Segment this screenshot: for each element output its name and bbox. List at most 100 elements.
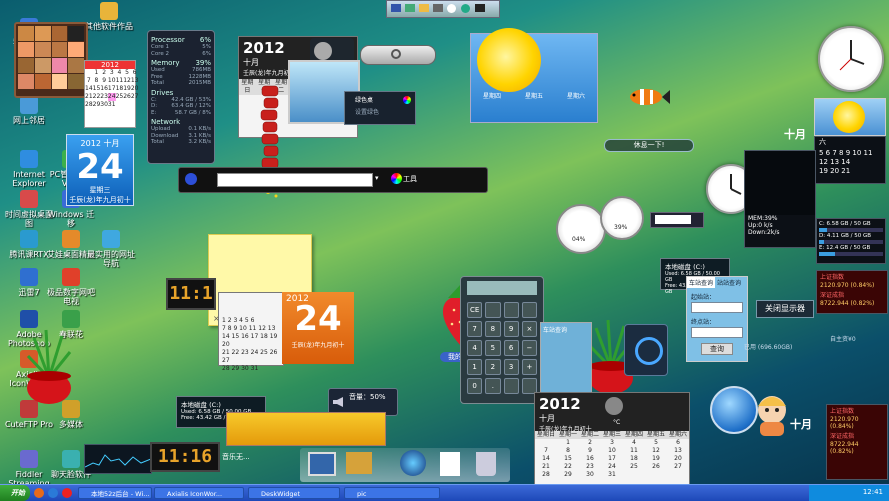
small-search-widget[interactable]	[650, 212, 704, 228]
calendar-day-cell[interactable]: 15	[557, 455, 579, 463]
search-tool-button[interactable]: 工具	[403, 174, 417, 184]
small-cal-day[interactable]: 26	[123, 93, 131, 101]
globe-icon[interactable]	[400, 450, 426, 476]
calculator-key[interactable]: 4	[467, 340, 483, 356]
search-dropdown-icon[interactable]: ▾	[375, 174, 379, 182]
small-cal-day[interactable]: 19	[123, 85, 131, 93]
calculator-key[interactable]: 1	[467, 359, 483, 375]
calendar-day-cell[interactable]: 13	[667, 447, 689, 455]
calendar-day-cell[interactable]: 14	[535, 455, 557, 463]
desktop-icon[interactable]: 网上邻居	[2, 96, 56, 125]
calendar-day-cell[interactable]	[535, 439, 557, 447]
train-tab-station[interactable]: 车站查询	[687, 277, 716, 288]
small-cal-day[interactable]: 9	[100, 77, 108, 85]
calculator-key[interactable]	[503, 378, 519, 394]
calendar-day-cell[interactable]: 26	[645, 463, 667, 471]
calendar-day-cell[interactable]: 6	[667, 439, 689, 447]
calendar-day-cell[interactable]: 31	[601, 471, 623, 479]
calendar-day-cell[interactable]: 4	[623, 439, 645, 447]
calendar-day-cell[interactable]: 30	[579, 471, 601, 479]
calendar-day-cell[interactable]: 22	[557, 463, 579, 471]
calendar-day-cell[interactable]: 20	[667, 455, 689, 463]
orange-calendar-widget[interactable]: 1 2 3 4 5 67 8 9 10 11 12 13 14 15 16 17 …	[218, 292, 354, 372]
calendar-day-cell[interactable]: 2	[579, 439, 601, 447]
weather-widget[interactable]: 星期四 星期五 星期六	[470, 28, 598, 123]
month-calendar-widget-bottom[interactable]: 2012 十月 壬辰(龙)年九月初十 °C 星期日 星期一 星期二 星期三 星期四 星期五…	[534, 392, 690, 486]
calculator-key[interactable]: 5	[485, 340, 501, 356]
small-cal-day[interactable]	[85, 69, 93, 77]
train-from-input[interactable]	[691, 302, 743, 313]
small-cal-day[interactable]: 5	[123, 69, 131, 77]
rest-reminder-button[interactable]: 休息一下!	[604, 139, 694, 152]
calendar-day-cell[interactable]: 9	[579, 447, 601, 455]
search-input[interactable]	[217, 173, 373, 187]
small-cal-day[interactable]: 17	[108, 85, 116, 93]
small-cal-day[interactable]: 3	[108, 69, 116, 77]
small-cal-day[interactable]: 12	[123, 77, 131, 85]
document-icon[interactable]	[440, 452, 460, 476]
download-arrow-widget[interactable]	[624, 324, 668, 376]
calculator-key[interactable]: +	[521, 359, 537, 375]
memory-gauge-widget[interactable]: 39%	[600, 196, 644, 240]
calendar-day-cell[interactable]: 29	[557, 471, 579, 479]
calculator-key[interactable]: .	[485, 378, 501, 394]
train-to-input[interactable]	[691, 327, 743, 338]
small-cal-day[interactable]: 24	[107, 93, 116, 101]
analog-clock-large[interactable]	[818, 26, 884, 92]
calendar-day-cell[interactable]: 18	[623, 455, 645, 463]
cpu-gauge-widget[interactable]: 04%	[556, 204, 606, 254]
small-cal-day[interactable]: 11	[116, 77, 124, 85]
calendar-day-cell[interactable]: 11	[623, 447, 645, 455]
small-cal-day[interactable]: 14	[85, 85, 93, 93]
small-cal-day[interactable]: 1	[93, 69, 101, 77]
calendar-day-cell[interactable]: 5	[645, 439, 667, 447]
cpu-graph-widget[interactable]	[84, 444, 152, 474]
calculator-key[interactable]	[485, 302, 501, 318]
qq-icon[interactable]	[62, 488, 72, 498]
clock-icon[interactable]	[447, 4, 456, 13]
small-cal-day[interactable]: 28	[85, 101, 93, 109]
drive-list-widget[interactable]: C: 6.58 GB / 50 GB D: 4.11 GB / 50 GB E:…	[816, 218, 886, 264]
small-cal-day[interactable]: 21	[85, 93, 93, 101]
monitor-icon[interactable]	[391, 4, 401, 12]
small-cal-day[interactable]: 16	[100, 85, 108, 93]
blue-date-calendar-widget[interactable]: 2012 十月 24 星期三 壬辰(龙)年九月初十	[66, 134, 134, 206]
calculator-key[interactable]: 7	[467, 321, 483, 337]
calendar-day-cell[interactable]: 21	[535, 463, 557, 471]
calculator-key[interactable]: 3	[503, 359, 519, 375]
small-cal-day[interactable]: 29	[93, 101, 101, 109]
calculator-key[interactable]	[503, 302, 519, 318]
train-tab-route[interactable]: 站站查询	[715, 277, 743, 288]
calculator-key[interactable]: 0	[467, 378, 483, 394]
firefox-icon[interactable]	[34, 488, 44, 498]
calendar-day-cell[interactable]: 3	[601, 439, 623, 447]
calendar-day-cell[interactable]: 27	[667, 463, 689, 471]
train-query-widget[interactable]: 车站查询 站站查询 起始站： 终点站： 查询	[686, 276, 748, 362]
stock-ticker-widget[interactable]: 上证指数 2120.970 (0.84%) 深证成指 8722.944 (0.8…	[816, 270, 888, 314]
digital-clock-2[interactable]: 11:16	[150, 442, 220, 472]
small-search-input[interactable]	[655, 215, 691, 224]
calculator-key[interactable]: −	[521, 340, 537, 356]
recycle-bin-icon[interactable]	[476, 452, 496, 476]
calendar-day-cell[interactable]	[645, 471, 667, 479]
small-cal-day[interactable]: 4	[116, 69, 124, 77]
small-cal-day[interactable]: 23	[100, 93, 108, 101]
small-cal-day[interactable]: 31	[108, 101, 116, 109]
small-cal-day[interactable]: 30	[100, 101, 108, 109]
performance-monitor-widget[interactable]: MEM:39% Up:0 k/s Down:2k/s	[744, 150, 816, 248]
calendar-day-cell[interactable]	[623, 471, 645, 479]
small-cal-day[interactable]: 7	[85, 77, 93, 85]
calendar-day-cell[interactable]: 7	[535, 447, 557, 455]
calendar-day-cell[interactable]: 16	[579, 455, 601, 463]
calendar-day-cell[interactable]: 10	[601, 447, 623, 455]
camera-icon[interactable]	[433, 4, 443, 12]
small-cal-day[interactable]: 18	[116, 85, 124, 93]
start-button[interactable]: 开始	[0, 485, 30, 501]
close-display-button[interactable]: 关闭显示器	[756, 300, 814, 318]
photos-icon[interactable]	[346, 452, 372, 474]
calendar-day-cell[interactable]: 12	[645, 447, 667, 455]
small-cal-day[interactable]: 13	[131, 77, 139, 85]
slide-puzzle-widget[interactable]	[14, 22, 88, 98]
desktop-icon[interactable]: 最实用的网址导航	[84, 230, 138, 268]
globe-icon[interactable]	[461, 4, 470, 13]
